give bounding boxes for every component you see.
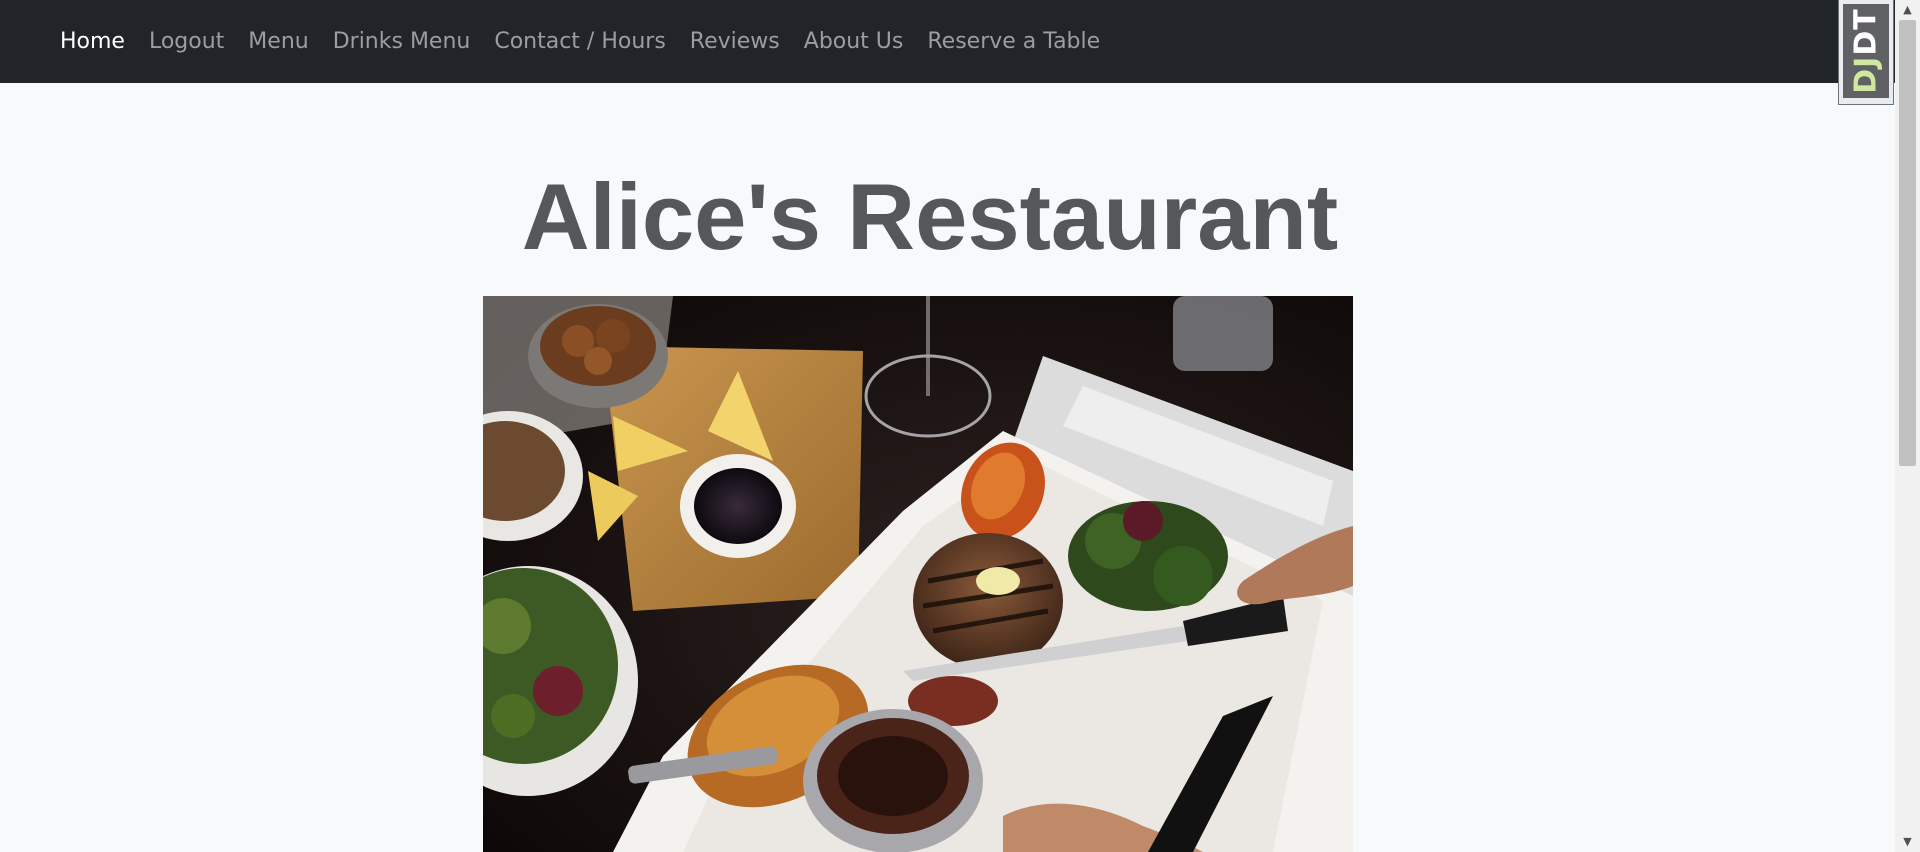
top-navbar: Home Logout Menu Drinks Menu Contact / H… <box>0 0 1895 83</box>
debug-toolbar-dt: DT <box>1848 8 1884 56</box>
nav-reserve-table-link[interactable]: Reserve a Table <box>927 29 1100 54</box>
nav-home-link[interactable]: Home <box>60 29 125 54</box>
debug-toolbar-dj: DJ <box>1848 55 1884 94</box>
nav-reviews-link[interactable]: Reviews <box>690 29 780 54</box>
nav-menu-link[interactable]: Menu <box>248 29 308 54</box>
nav-logout-link[interactable]: Logout <box>149 29 224 54</box>
nav-contact-hours-link[interactable]: Contact / Hours <box>494 29 665 54</box>
page-title: Alice's Restaurant <box>521 164 1339 269</box>
scrollbar-thumb[interactable] <box>1899 20 1916 466</box>
scroll-up-icon[interactable]: ▲ <box>1895 0 1920 20</box>
debug-toolbar-logo: DJDT <box>1843 4 1889 98</box>
page-scrollbar[interactable]: ▲ ▼ <box>1895 0 1920 852</box>
nav-drinks-menu-link[interactable]: Drinks Menu <box>333 29 471 54</box>
scroll-down-icon[interactable]: ▼ <box>1895 832 1920 852</box>
nav-about-us-link[interactable]: About Us <box>804 29 904 54</box>
debug-toolbar-handle[interactable]: DJDT <box>1838 0 1894 105</box>
hero-food-image <box>483 296 1353 852</box>
debug-toolbar-label: DJDT <box>1849 8 1884 93</box>
